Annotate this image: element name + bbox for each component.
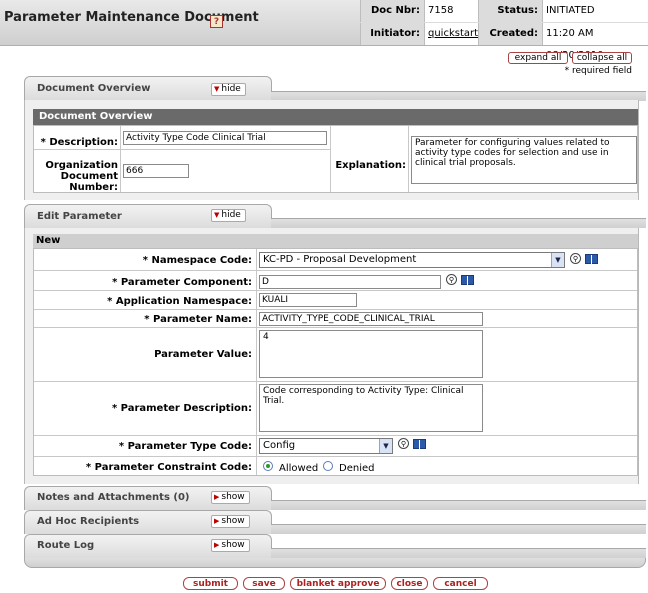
tab-strip bbox=[271, 548, 646, 558]
ad-hoc-show-button[interactable]: ▶ show bbox=[211, 515, 250, 528]
grid-divider bbox=[34, 381, 637, 382]
grid-divider bbox=[34, 456, 637, 457]
cancel-button[interactable]: cancel bbox=[433, 577, 488, 590]
description-label: * Description: bbox=[40, 137, 118, 148]
constraint-denied-radio[interactable] bbox=[323, 461, 333, 471]
parameter-component-input[interactable]: D bbox=[259, 275, 441, 289]
search-icon[interactable]: ⚲ bbox=[398, 438, 409, 449]
parameter-type-code-label: * Parameter Type Code: bbox=[118, 441, 252, 452]
edit-parameter-hide-button[interactable]: ▼ hide bbox=[211, 209, 246, 222]
tab-edit-parameter: Edit Parameter ▼ hide bbox=[24, 204, 272, 228]
save-button[interactable]: save bbox=[243, 577, 285, 590]
status-label: Status: bbox=[478, 0, 542, 22]
tab-document-overview-label: Document Overview bbox=[37, 83, 151, 94]
notes-show-button[interactable]: ▶ show bbox=[211, 491, 250, 504]
status-value: INITIATED bbox=[542, 0, 648, 22]
help-book-icon[interactable] bbox=[413, 439, 426, 449]
parameter-description-label: * Parameter Description: bbox=[111, 403, 252, 414]
help-book-icon[interactable] bbox=[585, 254, 598, 264]
tab-notes-and-attachments: Notes and Attachments (0) ▶ show bbox=[24, 486, 272, 510]
grid-divider bbox=[34, 290, 637, 291]
help-book-icon[interactable] bbox=[461, 275, 474, 285]
parameter-name-label: * Parameter Name: bbox=[144, 314, 252, 325]
initiator-label: Initiator: bbox=[360, 23, 424, 45]
tab-strip bbox=[271, 218, 646, 228]
help-icon[interactable]: ? bbox=[210, 15, 223, 28]
document-overview-hide-button[interactable]: ▼ hide bbox=[211, 83, 246, 96]
tab-strip bbox=[271, 500, 646, 510]
created-label: Created: bbox=[478, 23, 542, 45]
close-button[interactable]: close bbox=[391, 577, 428, 590]
grid-divider bbox=[34, 309, 637, 310]
namespace-code-select[interactable]: KC-PD - Proposal Development ▼ bbox=[259, 252, 565, 268]
edit-parameter-section-title: New bbox=[33, 234, 638, 248]
application-namespace-label: * Application Namespace: bbox=[107, 296, 252, 307]
tab-document-overview: Document Overview ▼ hide bbox=[24, 76, 272, 100]
required-field-note: * required field bbox=[564, 66, 632, 76]
triangle-down-icon: ▼ bbox=[214, 211, 220, 219]
document-overview-section-title: Document Overview bbox=[33, 109, 638, 125]
created-value: 11:20 AM 08/20/2010 bbox=[542, 23, 648, 61]
application-namespace-input[interactable]: KUALI bbox=[259, 293, 357, 307]
submit-button[interactable]: submit bbox=[183, 577, 238, 590]
grid-divider bbox=[34, 270, 637, 271]
edit-parameter-toggle-label: hide bbox=[221, 210, 241, 220]
search-icon[interactable]: ⚲ bbox=[446, 274, 457, 285]
grid-divider bbox=[34, 327, 637, 328]
parameter-value-textarea[interactable]: 4 bbox=[259, 330, 483, 378]
triangle-right-icon: ▶ bbox=[214, 493, 220, 501]
tab-route-log-label: Route Log bbox=[37, 540, 95, 551]
parameter-name-input[interactable]: ACTIVITY_TYPE_CODE_CLINICAL_TRIAL bbox=[259, 312, 483, 326]
notes-toggle-label: show bbox=[221, 492, 245, 502]
grid-divider bbox=[256, 249, 257, 475]
ad-hoc-toggle-label: show bbox=[221, 516, 245, 526]
tab-notes-label: Notes and Attachments (0) bbox=[37, 492, 190, 503]
parameter-description-textarea[interactable]: Code corresponding to Activity Type: Cli… bbox=[259, 384, 483, 432]
tab-edit-parameter-label: Edit Parameter bbox=[37, 211, 122, 222]
org-doc-number-label: Organization Document Number: bbox=[45, 160, 118, 193]
triangle-right-icon: ▶ bbox=[214, 517, 220, 525]
parameter-value-label: Parameter Value: bbox=[154, 349, 252, 360]
triangle-right-icon: ▶ bbox=[214, 541, 220, 549]
tab-ad-hoc-recipients: Ad Hoc Recipients ▶ show bbox=[24, 510, 272, 534]
tab-ad-hoc-label: Ad Hoc Recipients bbox=[37, 516, 140, 527]
tab-strip bbox=[271, 524, 646, 534]
expand-all-button[interactable]: expand all bbox=[508, 52, 568, 64]
chevron-down-icon: ▼ bbox=[551, 253, 564, 267]
collapse-all-button[interactable]: collapse all bbox=[572, 52, 632, 64]
description-input[interactable]: Activity Type Code Clinical Trial bbox=[123, 131, 327, 145]
grid-divider bbox=[330, 126, 331, 192]
initiator-value: quickstart bbox=[424, 23, 478, 45]
grid-divider bbox=[408, 126, 409, 192]
constraint-denied-label: Denied bbox=[339, 463, 375, 474]
triangle-down-icon: ▼ bbox=[214, 85, 220, 93]
chevron-down-icon: ▼ bbox=[379, 439, 392, 453]
namespace-code-label: * Namespace Code: bbox=[142, 255, 252, 266]
document-overview-toggle-label: hide bbox=[221, 84, 241, 94]
route-log-toggle-label: show bbox=[221, 540, 245, 550]
route-log-show-button[interactable]: ▶ show bbox=[211, 539, 250, 552]
constraint-allowed-label: Allowed bbox=[279, 463, 319, 474]
tab-route-log: Route Log ▶ show bbox=[24, 534, 272, 558]
constraint-code-label: * Parameter Constraint Code: bbox=[85, 462, 252, 473]
grid-divider bbox=[34, 435, 637, 436]
initiator-link[interactable]: quickstart bbox=[428, 28, 478, 39]
grid-divider bbox=[120, 126, 121, 192]
constraint-allowed-radio[interactable] bbox=[263, 461, 273, 471]
search-icon[interactable]: ⚲ bbox=[570, 253, 581, 264]
parameter-type-code-value: Config bbox=[263, 440, 296, 451]
doc-nbr-value: 7158 bbox=[424, 0, 478, 22]
grid-divider bbox=[34, 149, 330, 150]
parameter-component-label: * Parameter Component: bbox=[112, 277, 252, 288]
parameter-type-code-select[interactable]: Config ▼ bbox=[259, 438, 393, 454]
blanket-approve-button[interactable]: blanket approve bbox=[290, 577, 386, 590]
org-doc-number-input[interactable]: 666 bbox=[123, 164, 189, 178]
panel-footer bbox=[24, 558, 646, 568]
explanation-label: Explanation: bbox=[335, 160, 406, 171]
doc-nbr-label: Doc Nbr: bbox=[360, 0, 424, 22]
explanation-textarea[interactable]: Parameter for configuring values related… bbox=[411, 136, 637, 184]
namespace-code-value: KC-PD - Proposal Development bbox=[263, 254, 417, 265]
